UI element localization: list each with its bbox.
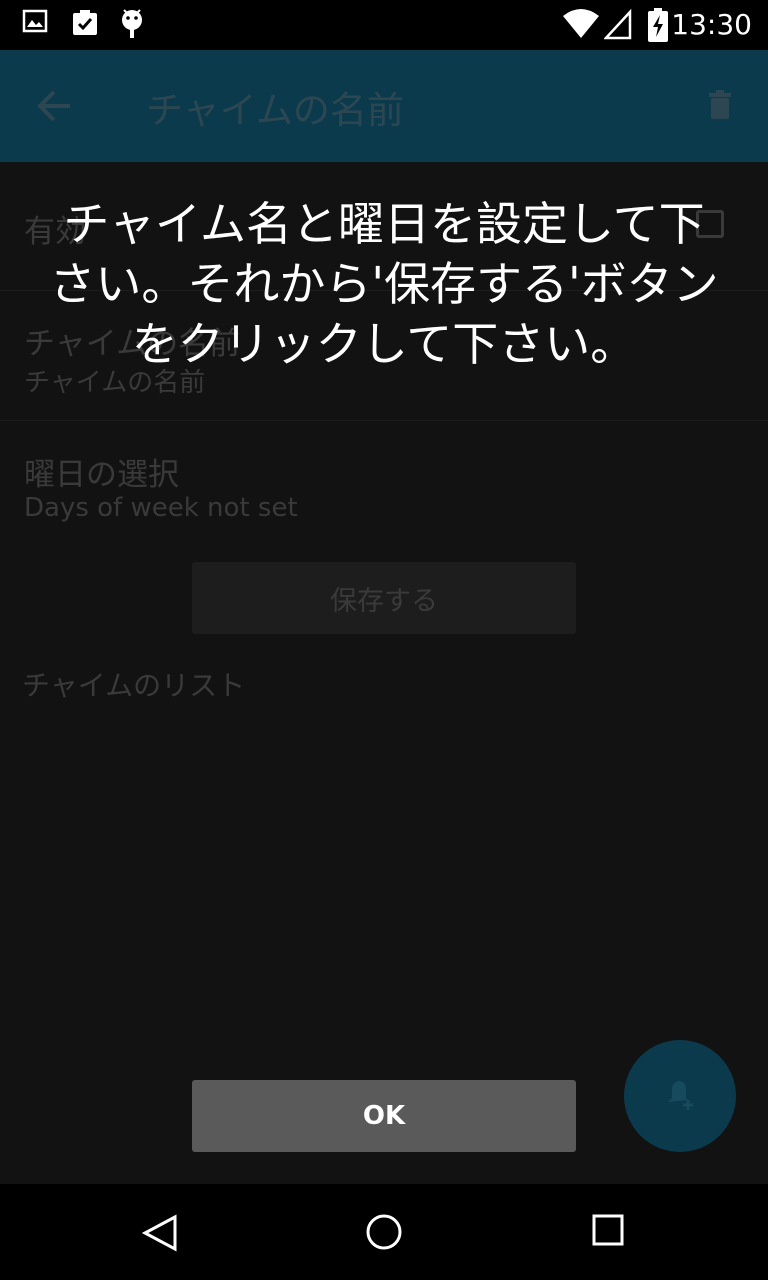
chime-list-header: チャイムのリスト — [22, 669, 246, 702]
app-bar: チャイムの名前 — [0, 50, 768, 162]
wifi-icon — [562, 8, 600, 44]
status-bar: 13:30 — [0, 0, 768, 50]
clipboard-check-icon — [70, 8, 100, 42]
divider — [0, 420, 768, 421]
tutorial-message-line: をクリックして下さい。 — [131, 317, 637, 371]
android-icon — [118, 8, 146, 44]
home-circle-icon[interactable] — [366, 1214, 402, 1254]
signal-icon — [603, 8, 632, 44]
tutorial-message: チャイム名と曜日を設定して下 さい。それから'保存する'ボタン をクリックして下… — [30, 194, 738, 374]
back-triangle-icon[interactable] — [141, 1214, 178, 1256]
navigation-bar — [0, 1184, 768, 1280]
add-alarm-bell-icon — [662, 1076, 698, 1116]
tutorial-message-line: チャイム名と曜日を設定して下 — [63, 197, 705, 251]
trash-icon[interactable] — [708, 90, 732, 124]
image-icon — [22, 8, 48, 38]
page-title: チャイムの名前 — [146, 89, 404, 132]
battery-charging-icon — [648, 8, 668, 46]
add-chime-fab[interactable] — [624, 1040, 736, 1152]
ok-button[interactable]: OK — [192, 1080, 576, 1152]
recents-square-icon[interactable] — [592, 1214, 624, 1250]
arrow-back-icon[interactable] — [36, 88, 74, 128]
save-button[interactable]: 保存する — [192, 562, 576, 634]
tutorial-message-line: さい。それから'保存する'ボタン — [49, 257, 719, 311]
status-time: 13:30 — [671, 8, 752, 41]
days-of-week-label[interactable]: 曜日の選択 — [24, 449, 179, 494]
days-of-week-value: Days of week not set — [24, 493, 298, 523]
